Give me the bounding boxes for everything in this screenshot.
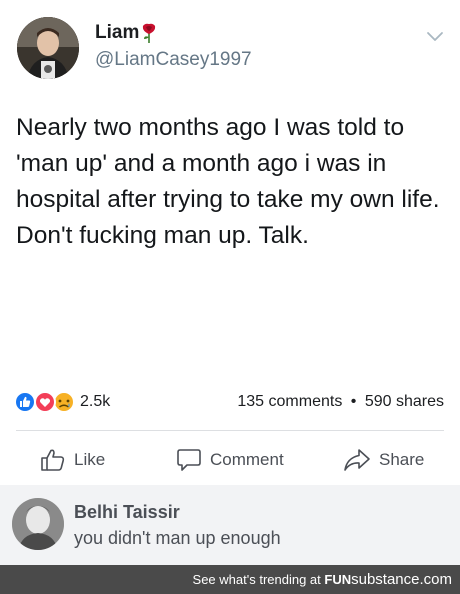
trending-link[interactable]: See what's trending at FUNsubstance.com xyxy=(193,571,452,588)
comment-text: you didn't man up enough xyxy=(74,528,281,548)
separator-dot: • xyxy=(350,393,357,410)
tweet-author-name[interactable]: Liam xyxy=(95,22,139,44)
brand-fun: FUN xyxy=(324,572,352,587)
sad-icon xyxy=(53,391,75,413)
comment-item xyxy=(0,485,460,565)
brand-rest: substance.com xyxy=(351,571,452,588)
comments-shares-summary[interactable]: 135 comments • 590 shares xyxy=(237,393,444,411)
reaction-count[interactable]: 2.5k xyxy=(80,393,110,411)
divider xyxy=(16,430,444,431)
comment-icon xyxy=(177,449,201,471)
comment-label: Comment xyxy=(210,450,284,469)
chevron-down-icon[interactable] xyxy=(426,30,444,42)
commenter-name[interactable]: Belhi Taissir xyxy=(74,502,180,523)
trending-prefix: See what's trending at xyxy=(192,572,321,587)
tweet-text: Nearly two months ago I was told to 'man… xyxy=(16,114,440,249)
tweet-author-handle[interactable]: @LiamCasey1997 xyxy=(95,49,252,71)
comment-button[interactable]: Comment xyxy=(176,447,284,473)
love-icon xyxy=(34,391,56,413)
thumbs-up-icon xyxy=(41,449,65,471)
like-label: Like xyxy=(74,450,106,469)
shares-count[interactable]: 590 shares xyxy=(365,393,444,410)
share-icon xyxy=(344,449,370,471)
like-button[interactable]: Like xyxy=(40,447,105,473)
rose-icon xyxy=(141,23,157,43)
share-button[interactable]: Share xyxy=(343,447,424,473)
like-icon xyxy=(14,391,36,413)
reaction-icons[interactable] xyxy=(11,391,77,413)
tweet-avatar[interactable] xyxy=(17,17,79,79)
commenter-avatar[interactable] xyxy=(12,498,64,550)
share-label: Share xyxy=(379,450,425,469)
comments-count[interactable]: 135 comments xyxy=(237,393,342,410)
